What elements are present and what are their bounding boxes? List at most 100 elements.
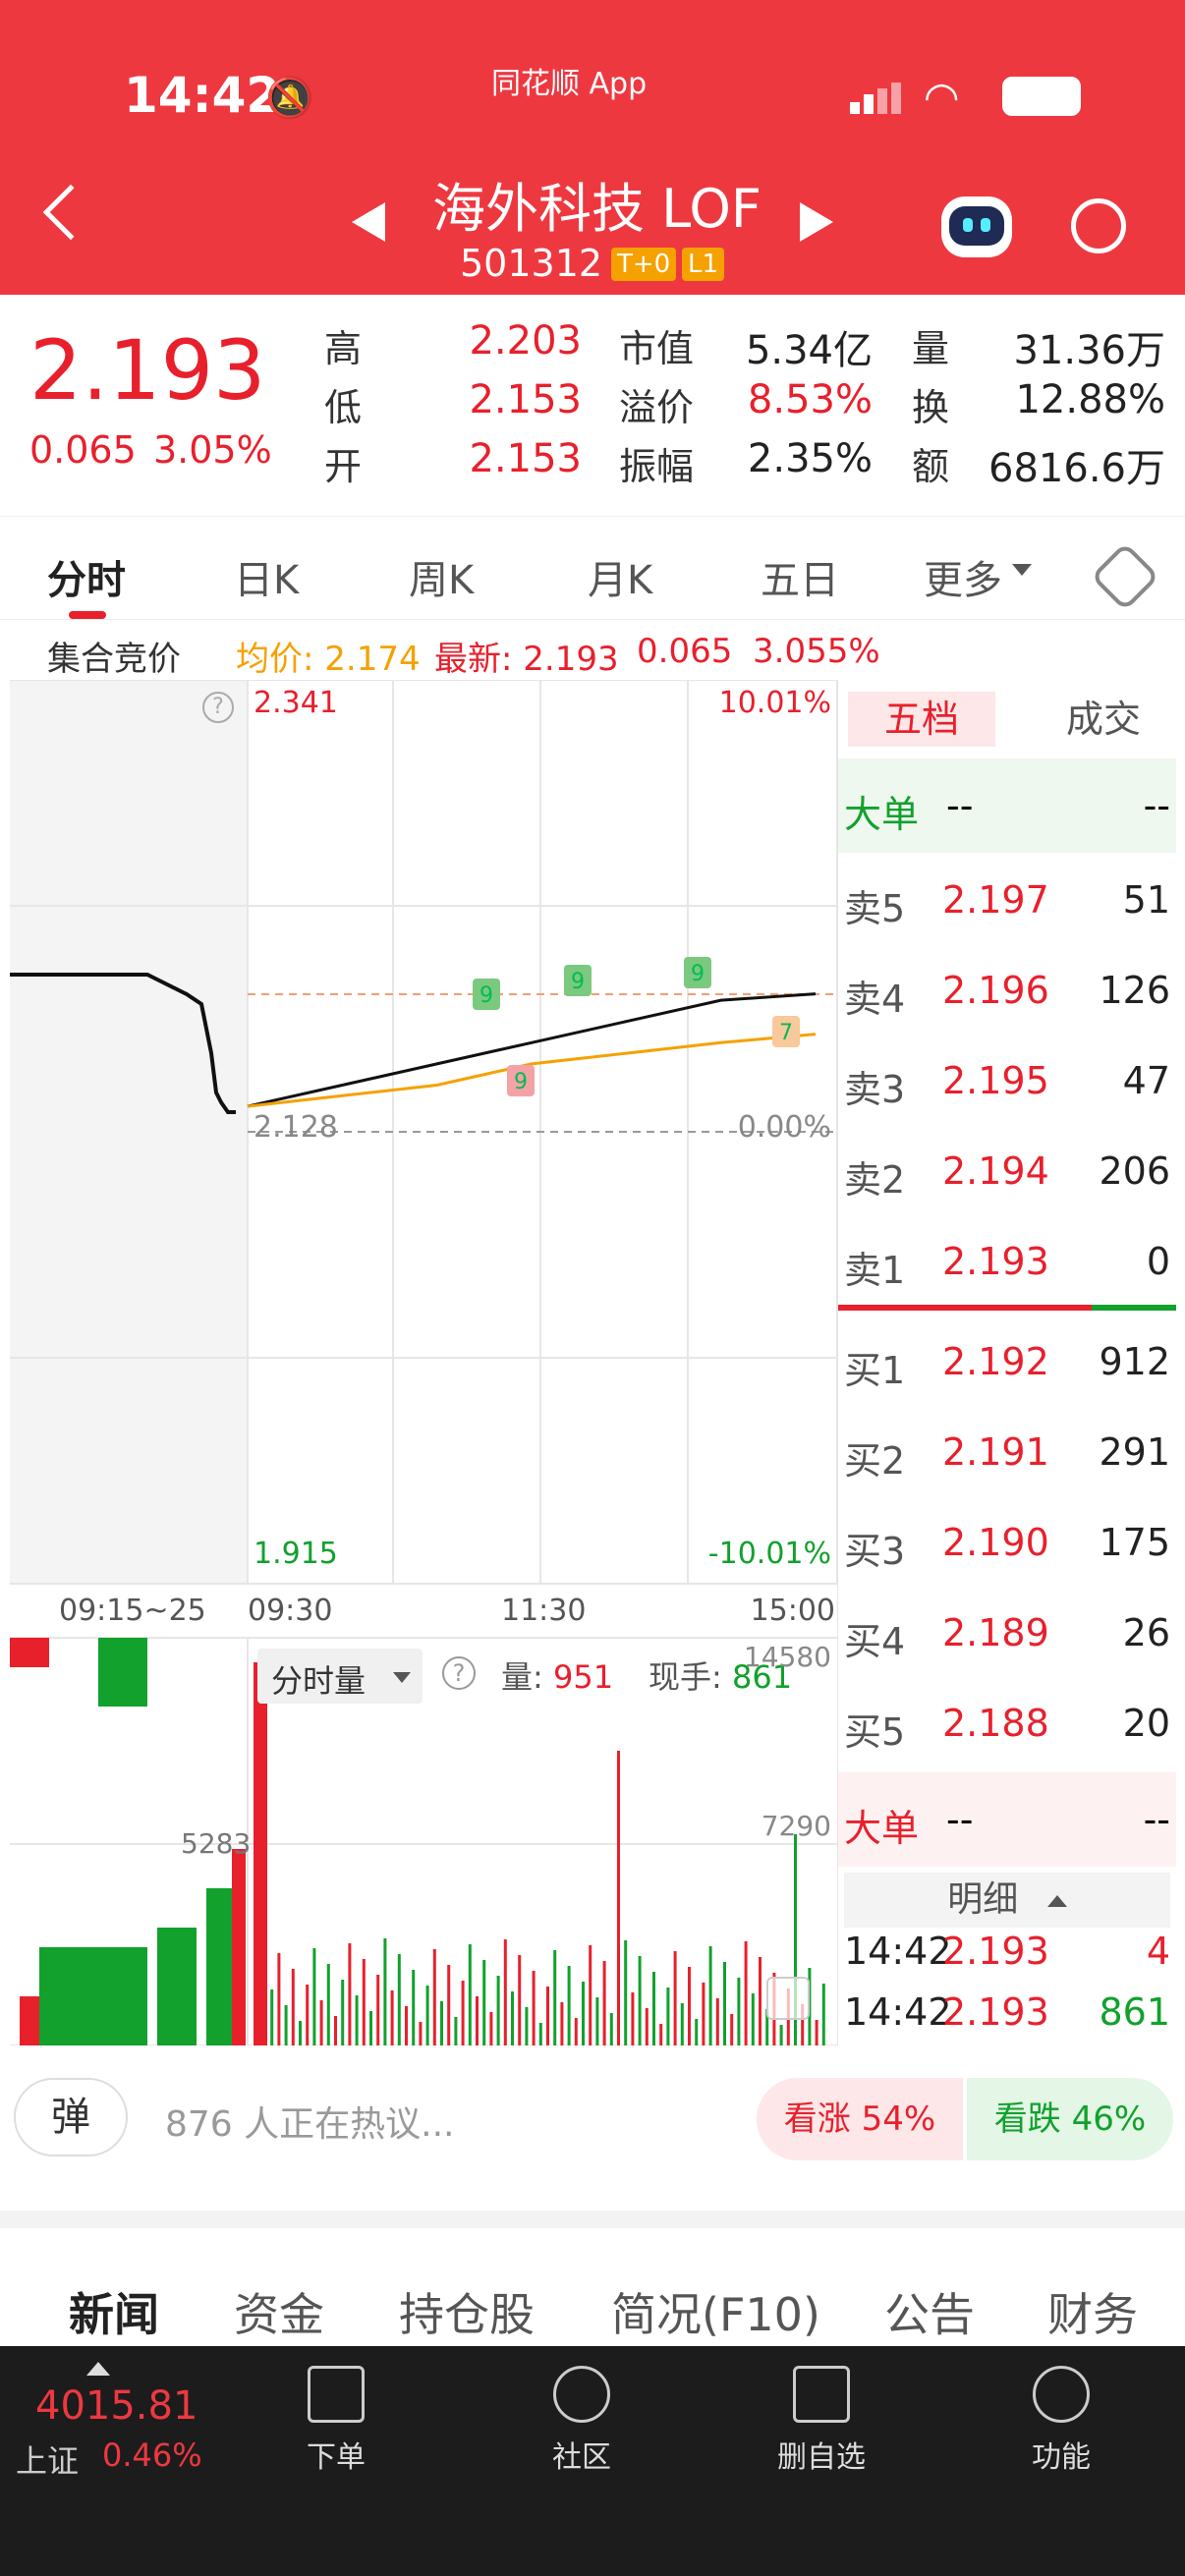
book-tab-level5[interactable]: 五档 <box>848 692 995 747</box>
ask-level[interactable]: 卖2 2.194 206 <box>838 1124 1176 1214</box>
ask-level[interactable]: 卖4 2.196 126 <box>838 943 1176 1034</box>
help-icon[interactable]: ? <box>202 692 234 723</box>
bottom-pct-label: -10.01% <box>707 1537 831 1571</box>
bullish-button[interactable]: 看涨 54% <box>757 2078 963 2160</box>
volume-bar <box>291 1969 295 2045</box>
bid-level[interactable]: 买1 2.192 912 <box>838 1315 1176 1405</box>
tab-monthly-k[interactable]: 月K <box>588 548 652 605</box>
bid-level[interactable]: 买5 2.188 20 <box>838 1676 1176 1766</box>
bid-level[interactable]: 买4 2.189 26 <box>838 1586 1176 1676</box>
mid-pct-label: 0.00% <box>737 1110 831 1145</box>
help-icon[interactable]: ? <box>442 1656 476 1690</box>
big-order-sell-row: 大单 -- -- <box>838 758 1176 853</box>
tab-five-day[interactable]: 五日 <box>761 548 839 605</box>
bottom-price-label: 1.915 <box>254 1537 338 1571</box>
mid-price-label: 2.128 <box>254 1110 338 1145</box>
news-tab-holdings[interactable]: 持仓股 <box>399 2279 535 2344</box>
volume-bar <box>560 2002 564 2045</box>
bearish-button[interactable]: 看跌 46% <box>967 2078 1173 2160</box>
stat-value: 2.153 <box>469 377 582 422</box>
tab-daily-k[interactable]: 日K <box>234 548 299 605</box>
trade-volume: 4 <box>1146 1930 1170 1973</box>
nav-order-label: 下单 <box>307 2440 366 2475</box>
trade-row: 14:42 2.193 861 <box>838 1981 1176 2040</box>
bid-level[interactable]: 买2 2.191 291 <box>838 1405 1176 1495</box>
news-tab-f10[interactable]: 简况(F10) <box>611 2279 820 2344</box>
bid-level[interactable]: 买3 2.190 175 <box>838 1495 1176 1586</box>
level-price: 2.196 <box>942 969 1049 1012</box>
tab-active-indicator <box>69 611 106 619</box>
index-widget[interactable]: 4015.81 上证 0.46% <box>16 2362 212 2480</box>
volume-bar <box>376 1975 380 2045</box>
discussion-text[interactable]: 876 人正在热议... <box>165 2096 455 2147</box>
volume-bar <box>582 1982 585 2045</box>
tab-weekly-k[interactable]: 周K <box>409 548 474 605</box>
signal-marker-label: 9 <box>480 983 493 1008</box>
badge-l1: L1 <box>682 248 725 281</box>
volume-selector[interactable]: 分时量 <box>257 1649 423 1704</box>
next-stock-button[interactable] <box>800 202 833 242</box>
level-volume: 20 <box>1122 1702 1170 1745</box>
volume-bar <box>468 1944 472 2045</box>
status-time: 14:42 <box>124 67 281 124</box>
volume-bar <box>645 2008 649 2045</box>
ask-level[interactable]: 卖3 2.195 47 <box>838 1034 1176 1124</box>
nav-functions[interactable]: 功能 <box>983 2366 1140 2476</box>
ask-level[interactable]: 卖1 2.193 0 <box>838 1214 1176 1305</box>
stat-value: 31.36万 <box>1013 328 1165 373</box>
danmaku-button[interactable]: 弹 <box>14 2078 128 2156</box>
latest-change-pct: 3.055% <box>753 632 880 671</box>
settings-icon[interactable] <box>1090 541 1160 612</box>
expand-icon[interactable] <box>766 1977 810 2020</box>
news-tab-news[interactable]: 新闻 <box>69 2279 159 2344</box>
time-label-open: 09:30 <box>248 1594 333 1628</box>
index-name: 上证 <box>16 2442 80 2480</box>
stat-label: 高 <box>324 327 363 370</box>
volume-selector-label: 分时量 <box>271 1662 367 1700</box>
intraday-chart[interactable]: 9 9 9 9 7 ? 2.341 10.01% 2.128 0.00% 1.915 -… <box>10 679 838 2046</box>
nav-community[interactable]: 社区 <box>503 2366 660 2476</box>
search-icon[interactable] <box>1071 198 1126 253</box>
nav-remove-watchlist-label: 删自选 <box>777 2440 866 2475</box>
big-order-val-2: -- <box>1143 1798 1170 1841</box>
ask-level[interactable]: 卖5 2.197 51 <box>838 853 1176 943</box>
stock-code: 501312 <box>460 242 603 285</box>
volume-bar <box>454 2017 458 2045</box>
volume-bar <box>730 2014 734 2045</box>
robot-assistant-icon[interactable] <box>941 196 1012 257</box>
volume-bar <box>461 1981 465 2045</box>
level-volume: 51 <box>1122 878 1170 922</box>
volume-bar <box>715 1998 719 2045</box>
vol-tick-mid: 7290 <box>761 1810 831 1842</box>
news-tab-funds[interactable]: 资金 <box>234 2279 324 2344</box>
book-tab-trades[interactable]: 成交 <box>1044 692 1162 747</box>
order-icon <box>308 2366 365 2423</box>
volume-bar <box>390 1990 394 2045</box>
app-header: 14:42 🔕 同花顺 App ◠ 海外科技 LOF 501312 T+0 L1 <box>0 0 1185 295</box>
caret-up-icon <box>1046 1895 1067 1907</box>
level-price: 2.195 <box>942 1059 1049 1102</box>
volume-bar <box>489 2012 493 2045</box>
volume-bar <box>254 1662 267 2045</box>
volume-value: 951 <box>552 1658 614 1696</box>
stock-title: 海外科技 LOF <box>432 178 762 240</box>
level-volume: 47 <box>1122 1059 1170 1102</box>
tab-intraday[interactable]: 分时 <box>47 548 126 605</box>
auction-label[interactable]: 集合竞价 <box>47 632 181 680</box>
tab-more[interactable]: 更多 <box>924 548 1002 605</box>
level-price: 2.188 <box>942 1702 1049 1745</box>
volume-bar <box>688 1967 691 2045</box>
news-tab-finance[interactable]: 财务 <box>1047 2279 1138 2344</box>
nav-remove-watchlist[interactable]: 删自选 <box>743 2366 900 2476</box>
news-tab-announcements[interactable]: 公告 <box>884 2279 975 2344</box>
volume-bar <box>334 2016 337 2045</box>
prev-stock-button[interactable] <box>352 202 385 242</box>
volume-bar <box>574 2018 578 2045</box>
back-button[interactable] <box>42 184 99 241</box>
volume-bar <box>397 1954 401 2045</box>
volume-bar <box>270 1989 274 2045</box>
signal-icon <box>850 83 901 114</box>
volume-bar <box>567 1966 571 2045</box>
nav-order[interactable]: 下单 <box>257 2366 415 2476</box>
latest-change: 0.065 <box>637 632 733 671</box>
